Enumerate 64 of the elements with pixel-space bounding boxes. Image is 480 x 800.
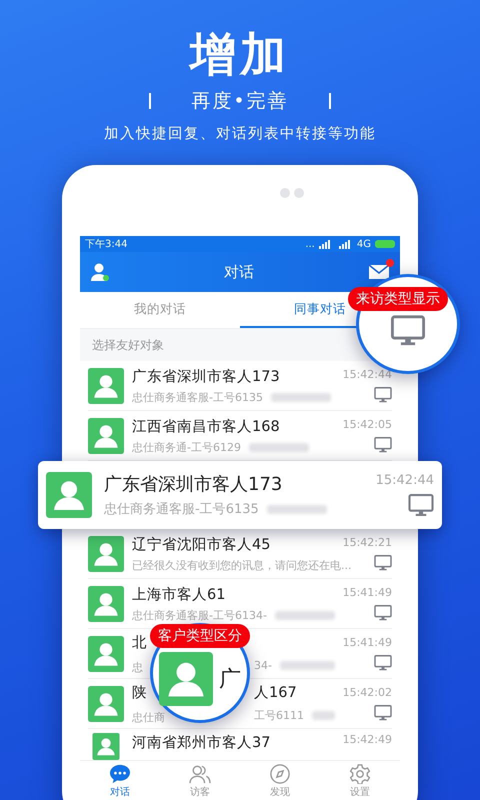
message-preview: 忠 — [132, 660, 143, 674]
compass-icon — [269, 764, 291, 784]
battery-icon — [375, 240, 395, 248]
message-time: 15:41:49 — [342, 586, 392, 599]
message-time: 15:42:21 — [342, 536, 392, 549]
message-preview: 34- — [254, 658, 272, 672]
status-time: 下午3:44 — [85, 238, 128, 251]
monitor-icon — [374, 605, 392, 621]
avatar-icon — [88, 536, 124, 572]
popup-card[interactable]: 广东省深圳市客人173 忠仕商务通客服-工号6135 15:42:44 — [38, 461, 442, 529]
monitor-icon — [374, 387, 392, 403]
avatar-icon — [88, 586, 124, 622]
message-preview: 工号6111 — [254, 708, 304, 723]
visitor-name: 陕 — [132, 685, 147, 701]
settings-icon — [349, 764, 371, 784]
visitor-name: 广东省深圳市客人173 — [104, 473, 282, 496]
message-preview: 忠仕商务通客服-工号6134- — [132, 608, 267, 622]
monitor-icon — [391, 315, 425, 347]
avatar-icon — [88, 636, 124, 672]
visitor-name: 广东省深圳市客人173 — [132, 368, 280, 386]
message-time: 15:42:44 — [342, 368, 392, 381]
avatar-icon — [46, 472, 92, 518]
chat-bubble-icon — [109, 764, 131, 784]
people-icon — [189, 764, 211, 784]
monitor-icon — [374, 437, 392, 453]
avatar-icon — [88, 686, 124, 722]
promo-title: 增加 — [190, 26, 290, 82]
avatar-icon — [88, 418, 124, 454]
message-preview: 忠仕商务通客服-工号6135 — [104, 501, 259, 518]
monitor-icon — [408, 494, 434, 517]
visitor-name: 河南省郑州市客人37 — [132, 734, 270, 752]
monitor-icon — [374, 705, 392, 721]
visitor-name: 北 — [132, 634, 147, 652]
avatar-icon — [159, 652, 213, 706]
message-preview: 忠仕商 — [132, 711, 165, 724]
message-time: 15:42:05 — [342, 418, 392, 431]
avatar-icon — [88, 368, 124, 404]
message-preview: 忠仕商务通客服-工号6135 — [132, 390, 263, 404]
visitor-name: 人167 — [254, 684, 297, 702]
message-time: 15:41:49 — [342, 636, 392, 649]
signal-icon — [318, 240, 353, 248]
mail-icon[interactable] — [368, 263, 390, 281]
monitor-icon — [374, 655, 392, 671]
header-title: 对话 — [223, 262, 255, 282]
message-time: 15:42:49 — [342, 733, 392, 746]
monitor-icon — [374, 555, 392, 571]
conversation-row[interactable]: 辽宁省沈阳市客人45 已经很久没有收到您的讯息，请问您还在电... 15:42:21 — [88, 529, 392, 579]
message-preview: 已经很久没有收到您的讯息，请问您还在电... — [132, 558, 352, 572]
status-dots: ... — [305, 238, 315, 250]
visitor-name: 江西省南昌市客人168 — [132, 418, 280, 436]
visitor-name: 上海市客人61 — [132, 586, 226, 604]
visitor-name: 辽宁省沈阳市客人45 — [132, 536, 270, 554]
conversation-row[interactable]: 广东省深圳市客人173 忠仕商务通客服-工号6135 15:42:44 — [88, 361, 392, 411]
type-label-tooltip: 来访类型显示 — [348, 287, 448, 311]
type-label-tooltip: 客户类型区分 — [150, 624, 250, 648]
message-time: 15:42:02 — [342, 686, 392, 699]
network-type: 4G — [356, 238, 371, 250]
nav-tab[interactable]: 对话 — [80, 761, 160, 800]
promo-description: 加入快捷回复、对话列表中转接等功能 — [104, 125, 376, 143]
conversation-row[interactable]: 河南省郑州市客人37 15:42:49 — [88, 729, 392, 760]
promo-subtitle: 再度•完善 — [191, 89, 289, 114]
message-preview: 忠仕商务通-工号6129 — [132, 440, 241, 454]
user-icon[interactable] — [90, 262, 110, 282]
message-time: 15:42:44 — [376, 473, 434, 488]
